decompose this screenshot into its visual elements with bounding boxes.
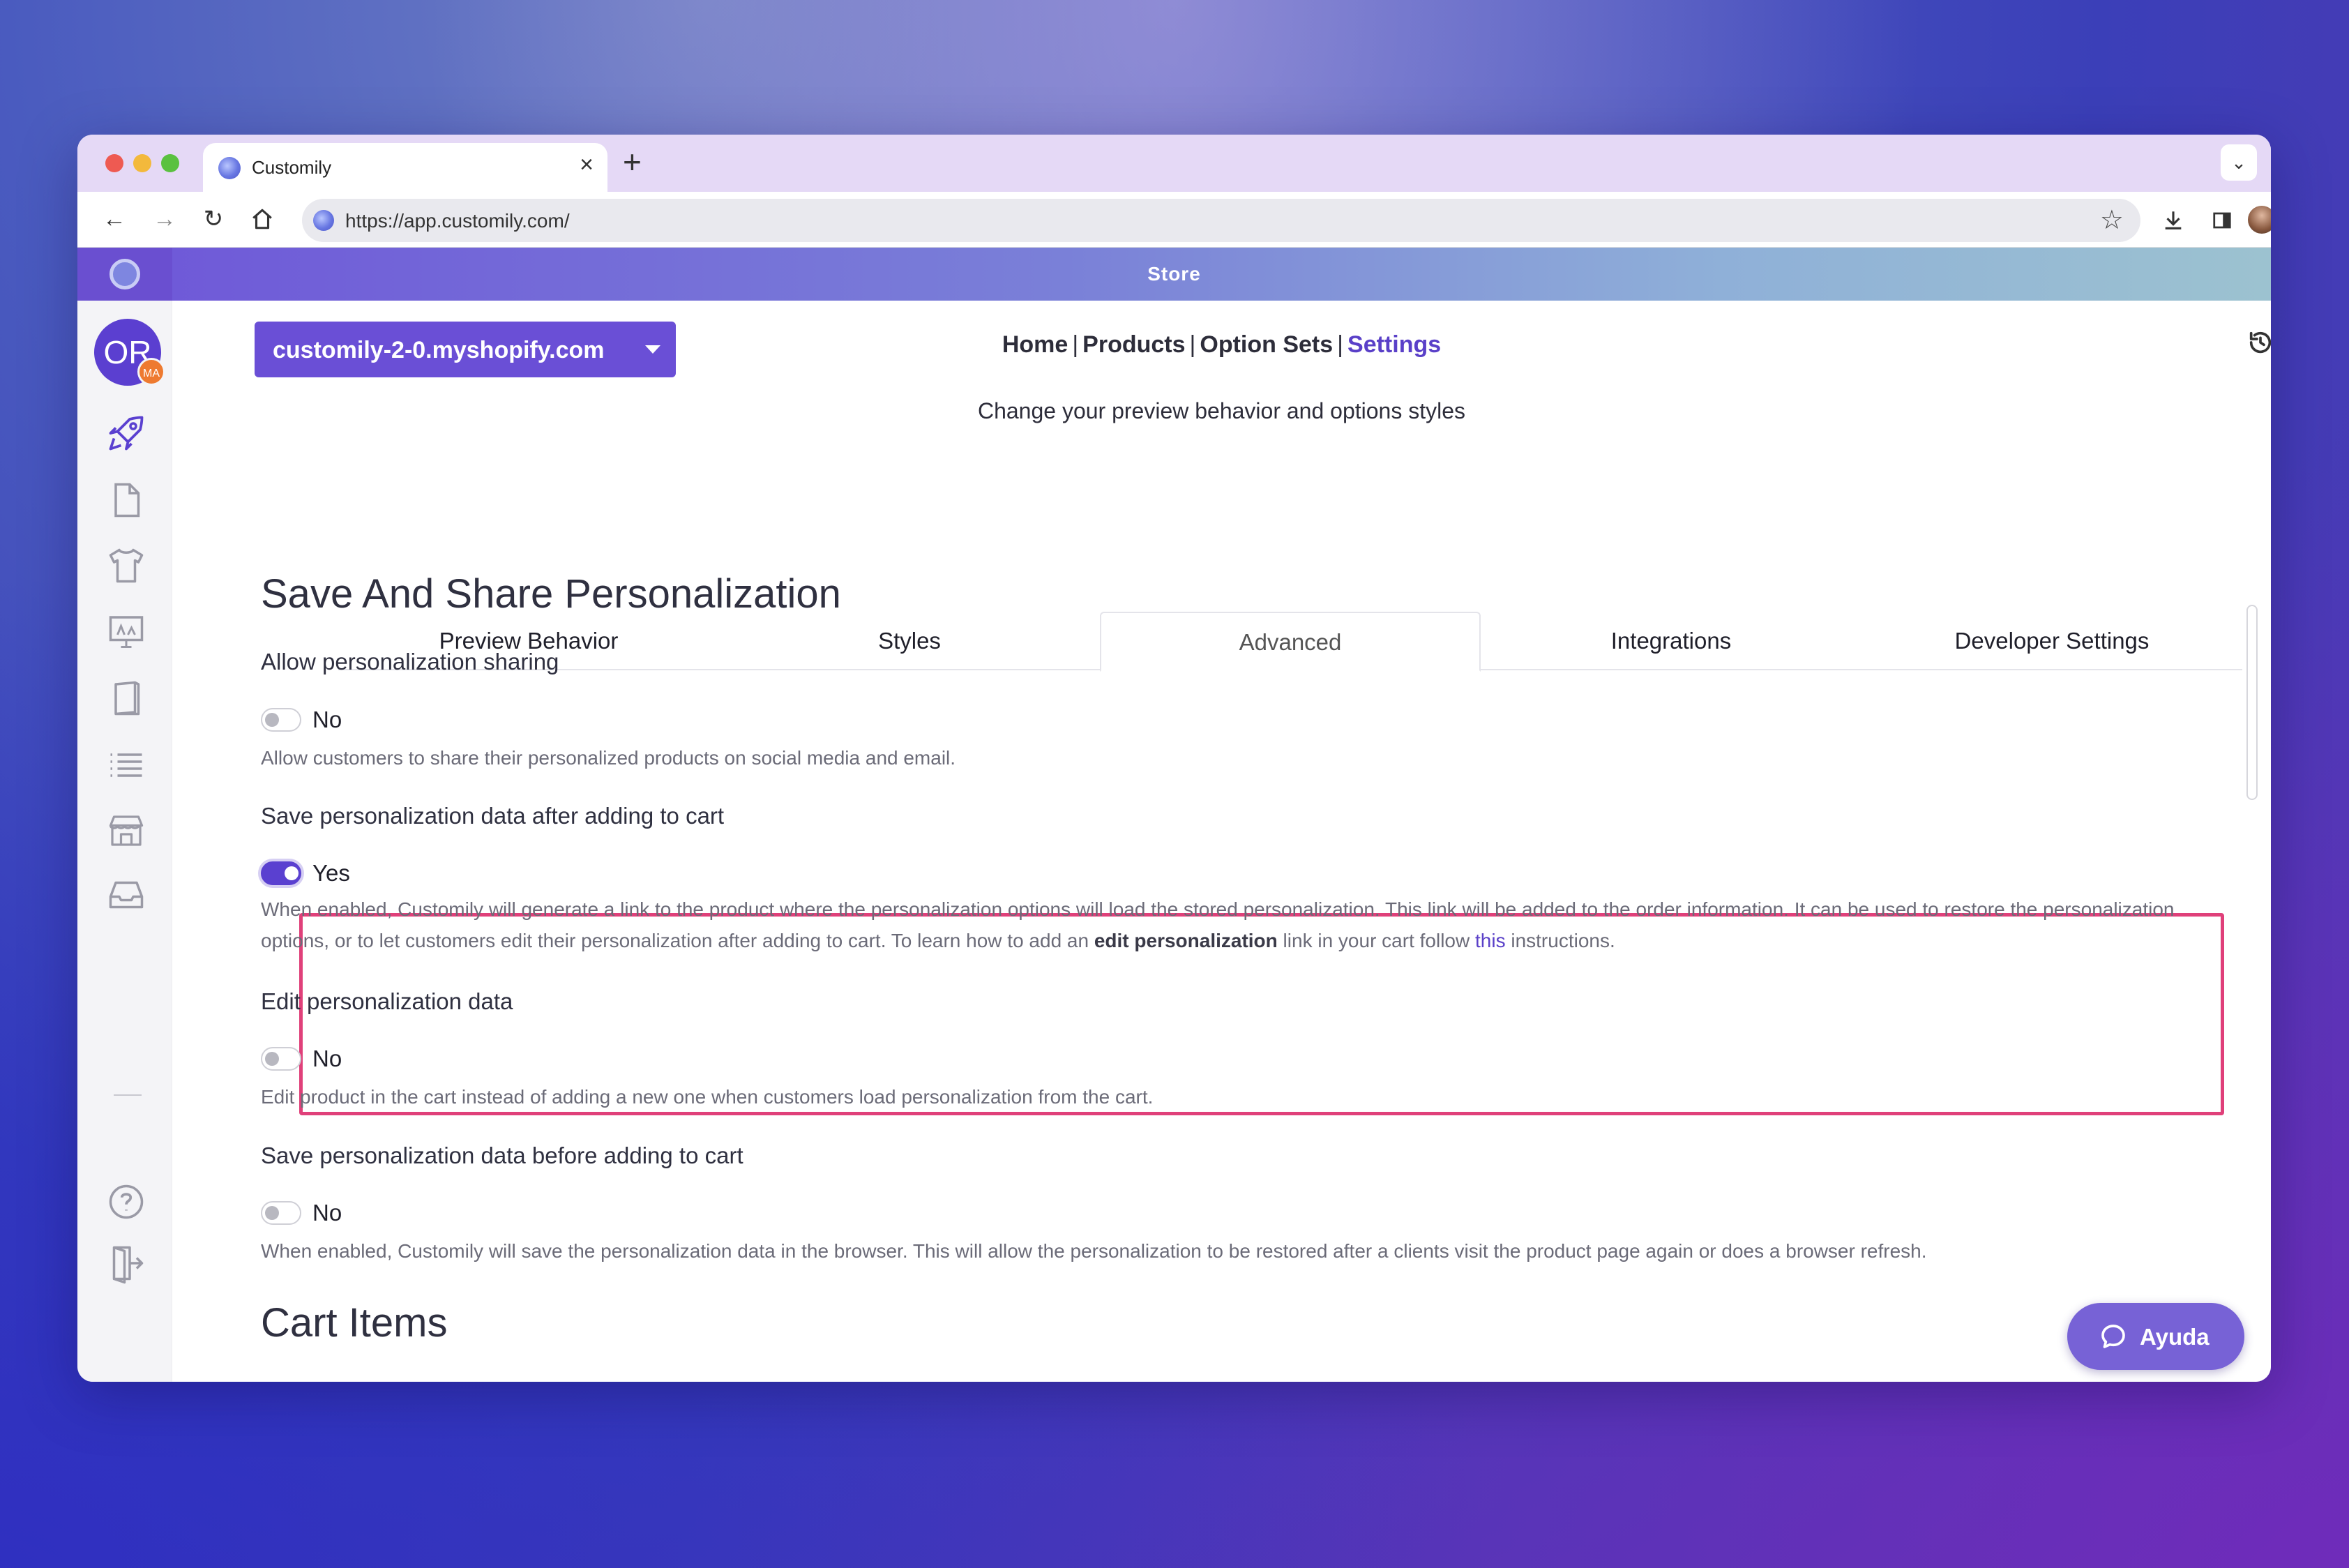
toggle-knob bbox=[265, 1052, 279, 1066]
page-subtitle: Change your preview behavior and options… bbox=[977, 398, 1466, 423]
new-tab-button[interactable]: + bbox=[623, 143, 642, 181]
setting-label-allow-sharing: Allow personalization sharing bbox=[261, 649, 559, 674]
toggle-state-save-after-cart: Yes bbox=[312, 860, 350, 886]
tab-close-icon[interactable]: × bbox=[580, 151, 594, 179]
browser-tab[interactable]: Customily × bbox=[203, 143, 607, 192]
settings-tabs: Preview Behavior Styles Advanced Integra… bbox=[338, 612, 2242, 672]
panel-scrollbar[interactable] bbox=[2246, 605, 2258, 800]
monitor-icon[interactable] bbox=[105, 610, 147, 652]
nav-separator: | bbox=[1337, 331, 1344, 358]
inbox-icon[interactable] bbox=[105, 874, 147, 916]
help-text-part: instructions. bbox=[1505, 930, 1615, 951]
instructions-link[interactable]: this bbox=[1475, 930, 1506, 951]
setting-label-save-after-cart: Save personalization data after adding t… bbox=[261, 803, 725, 829]
logout-icon[interactable] bbox=[105, 1242, 147, 1284]
nav-products[interactable]: Products bbox=[1082, 331, 1185, 358]
site-info-icon[interactable] bbox=[313, 210, 334, 231]
forward-icon[interactable]: → bbox=[147, 202, 182, 236]
download-icon[interactable] bbox=[2156, 203, 2191, 238]
store-icon[interactable] bbox=[105, 810, 147, 852]
help-icon[interactable] bbox=[105, 1181, 147, 1223]
help-text-bold: edit personalization bbox=[1094, 930, 1278, 951]
toggle-save-after-cart[interactable] bbox=[261, 861, 301, 885]
setting-label-save-before-cart: Save personalization data before adding … bbox=[261, 1143, 743, 1168]
top-navigation: Home | Products | Option Sets | Settings bbox=[172, 331, 2271, 359]
toggle-save-before-cart[interactable] bbox=[261, 1201, 301, 1225]
chat-bubble-icon bbox=[2101, 1325, 2125, 1348]
nav-home[interactable]: Home bbox=[1002, 331, 1068, 358]
nav-separator: | bbox=[1189, 331, 1196, 358]
tab-styles[interactable]: Styles bbox=[719, 612, 1100, 670]
help-text-part: link in your cart follow bbox=[1277, 930, 1475, 951]
tab-integrations[interactable]: Integrations bbox=[1481, 612, 1861, 670]
nav-separator: | bbox=[1072, 331, 1079, 358]
customily-favicon-icon bbox=[218, 157, 241, 179]
profile-avatar[interactable] bbox=[2248, 206, 2271, 234]
tab-search-chevron-icon[interactable]: ⌄ bbox=[2221, 144, 2257, 181]
tab-advanced[interactable]: Advanced bbox=[1100, 612, 1481, 672]
nav-settings[interactable]: Settings bbox=[1347, 331, 1441, 358]
help-text-save-before-cart: When enabled, Customily will save the pe… bbox=[261, 1240, 1927, 1262]
star-icon[interactable]: ☆ bbox=[2100, 204, 2124, 236]
side-panel-icon[interactable] bbox=[2205, 203, 2240, 238]
rocket-icon[interactable] bbox=[105, 412, 147, 454]
close-window-button[interactable] bbox=[105, 154, 123, 172]
back-icon[interactable]: ← bbox=[97, 202, 132, 236]
help-text-edit-data: Edit product in the cart instead of addi… bbox=[261, 1086, 1154, 1108]
maximize-window-button[interactable] bbox=[161, 154, 179, 172]
tshirt-icon[interactable] bbox=[105, 545, 147, 587]
help-chat-button[interactable]: Ayuda bbox=[2067, 1303, 2244, 1370]
setting-label-edit-data: Edit personalization data bbox=[261, 988, 513, 1014]
reload-icon[interactable]: ↻ bbox=[196, 202, 231, 236]
tab-strip: Customily × + ⌄ bbox=[77, 135, 2271, 192]
toggle-state-save-before-cart: No bbox=[312, 1200, 342, 1226]
toggle-state-edit-data: No bbox=[312, 1046, 342, 1071]
main-content: customily-2-0.myshopify.com Home | Product… bbox=[172, 301, 2271, 1382]
app-header-bar: Store bbox=[77, 248, 2271, 301]
avatar-badge: MA bbox=[137, 358, 165, 386]
list-icon[interactable] bbox=[105, 744, 147, 786]
help-text-allow-sharing: Allow customers to share their personali… bbox=[261, 747, 956, 769]
book-icon[interactable] bbox=[105, 677, 147, 719]
address-bar[interactable]: https://app.customily.com/ ☆ bbox=[302, 199, 2140, 242]
toggle-allow-sharing[interactable] bbox=[261, 708, 301, 732]
history-icon[interactable] bbox=[2246, 329, 2271, 356]
nav-option-sets[interactable]: Option Sets bbox=[1200, 331, 1333, 358]
document-icon[interactable] bbox=[105, 479, 147, 521]
home-icon[interactable] bbox=[245, 202, 280, 236]
toggle-knob bbox=[265, 713, 279, 727]
section-title-cart-items: Cart Items bbox=[261, 1300, 448, 1345]
help-chat-label: Ayuda bbox=[2140, 1324, 2210, 1350]
url-text: https://app.customily.com/ bbox=[345, 210, 570, 232]
app-bar-title: Store bbox=[1147, 263, 1201, 285]
tab-title: Customily bbox=[252, 157, 332, 178]
sidebar: OR MA bbox=[77, 301, 172, 1382]
toggle-state-allow-sharing: No bbox=[312, 707, 342, 732]
minimize-window-button[interactable] bbox=[133, 154, 151, 172]
tab-developer-settings[interactable]: Developer Settings bbox=[1861, 612, 2242, 670]
toggle-edit-data[interactable] bbox=[261, 1047, 301, 1071]
toggle-knob bbox=[265, 1206, 279, 1220]
section-title-save-share: Save And Share Personalization bbox=[261, 571, 841, 617]
browser-window: Customily × + ⌄ ← → ↻ https://app.custom… bbox=[77, 135, 2271, 1382]
sidebar-divider bbox=[114, 1094, 142, 1096]
help-text-save-after-cart: When enabled, Customily will generate a … bbox=[261, 894, 2235, 956]
browser-toolbar: ← → ↻ https://app.customily.com/ ☆ ⋮ bbox=[77, 192, 2271, 248]
toggle-knob bbox=[285, 866, 299, 880]
